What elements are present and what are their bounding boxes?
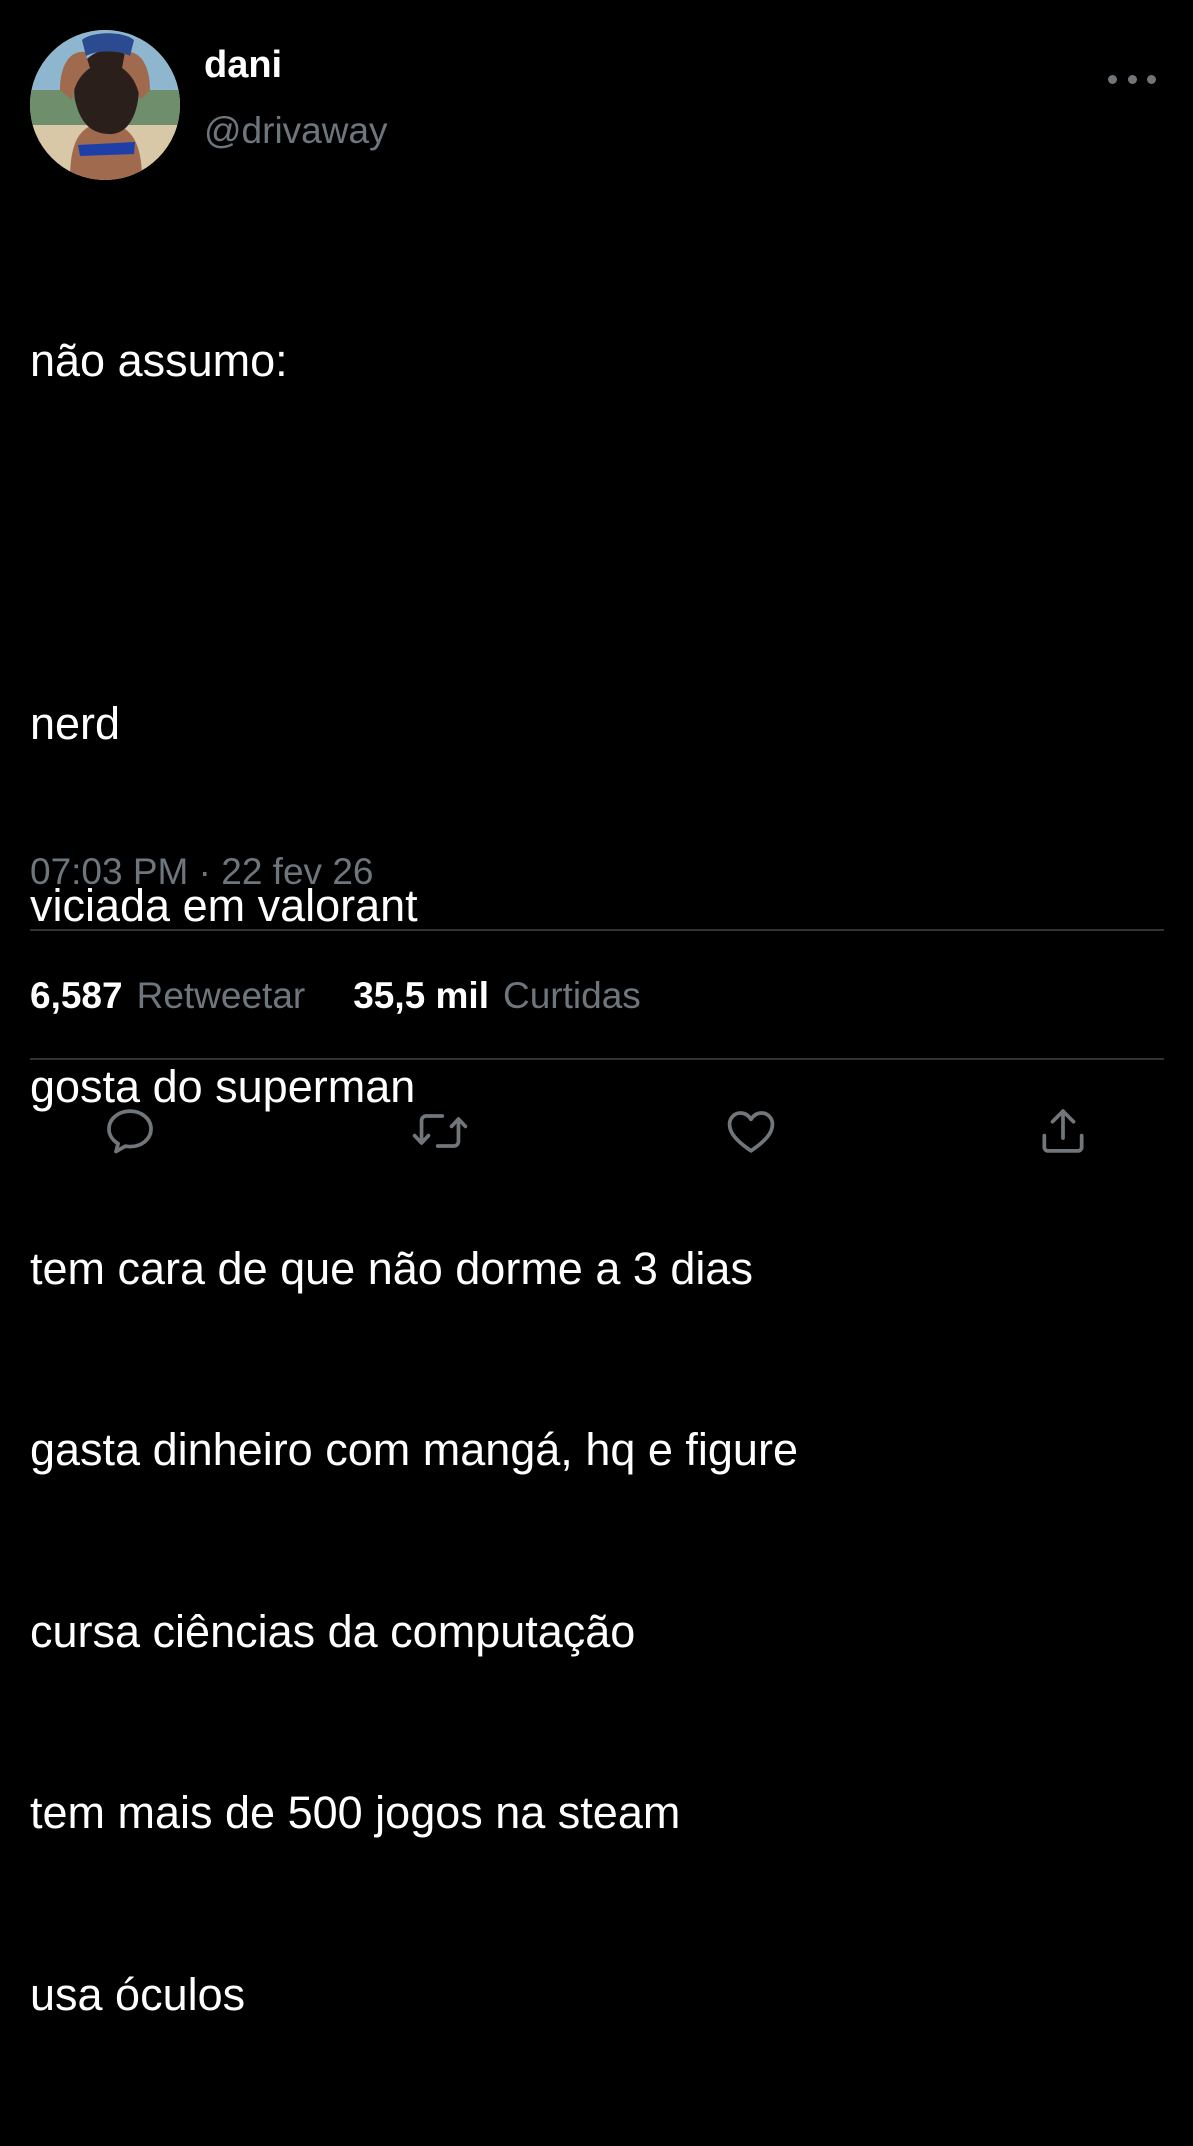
heart-icon <box>727 1111 775 1153</box>
more-options-icon[interactable] <box>1108 64 1156 94</box>
retweets-stat[interactable]: 6,587 Retweetar <box>30 970 305 1022</box>
tweet-line: tem cara de que não dorme a 3 dias <box>30 1242 753 1294</box>
more-dot <box>1127 74 1137 84</box>
likes-label: Curtidas <box>503 975 641 1016</box>
divider <box>30 929 1164 931</box>
divider <box>30 1058 1164 1060</box>
tweet-timestamp[interactable]: 07:03 PM · 22 fev 26 <box>30 848 373 896</box>
action-bar <box>0 1096 1193 1166</box>
tweet-detail: dani @drivaway não assumo: nerd viciada … <box>0 0 1193 2020</box>
retweet-icon <box>412 1114 468 1148</box>
retweets-count: 6,587 <box>30 975 123 1016</box>
likes-count: 35,5 mil <box>353 975 489 1016</box>
tweet-line: cursa ciências da computação <box>30 1605 636 1657</box>
author-handle[interactable]: @drivaway <box>204 108 388 154</box>
retweets-label: Retweetar <box>136 975 306 1016</box>
tweet-line: nerd <box>30 698 121 749</box>
tweet-line: não assumo: <box>30 335 288 386</box>
share-icon <box>1042 1109 1084 1153</box>
avatar-image <box>30 30 180 180</box>
tweet-stats: 6,587 Retweetar 35,5 mil Curtidas <box>30 970 641 1022</box>
author-name[interactable]: dani <box>204 42 282 88</box>
reply-icon <box>107 1109 153 1154</box>
share-button[interactable] <box>1028 1096 1098 1166</box>
retweet-button[interactable] <box>405 1096 475 1166</box>
tweet-text: não assumo: nerd viciada em valorant gos… <box>30 210 798 2146</box>
likes-stat[interactable]: 35,5 mil Curtidas <box>353 970 641 1022</box>
reply-button[interactable] <box>95 1096 165 1166</box>
tweet-line: gasta dinheiro com mangá, hq e figure <box>30 1424 798 1475</box>
more-dot <box>1108 74 1117 84</box>
tweet-line: usa óculos <box>30 1968 246 2020</box>
tweet-line: tem mais de 500 jogos na steam <box>30 1787 681 1838</box>
avatar[interactable] <box>30 30 180 180</box>
like-button[interactable] <box>716 1096 786 1166</box>
more-dot <box>1147 74 1156 84</box>
